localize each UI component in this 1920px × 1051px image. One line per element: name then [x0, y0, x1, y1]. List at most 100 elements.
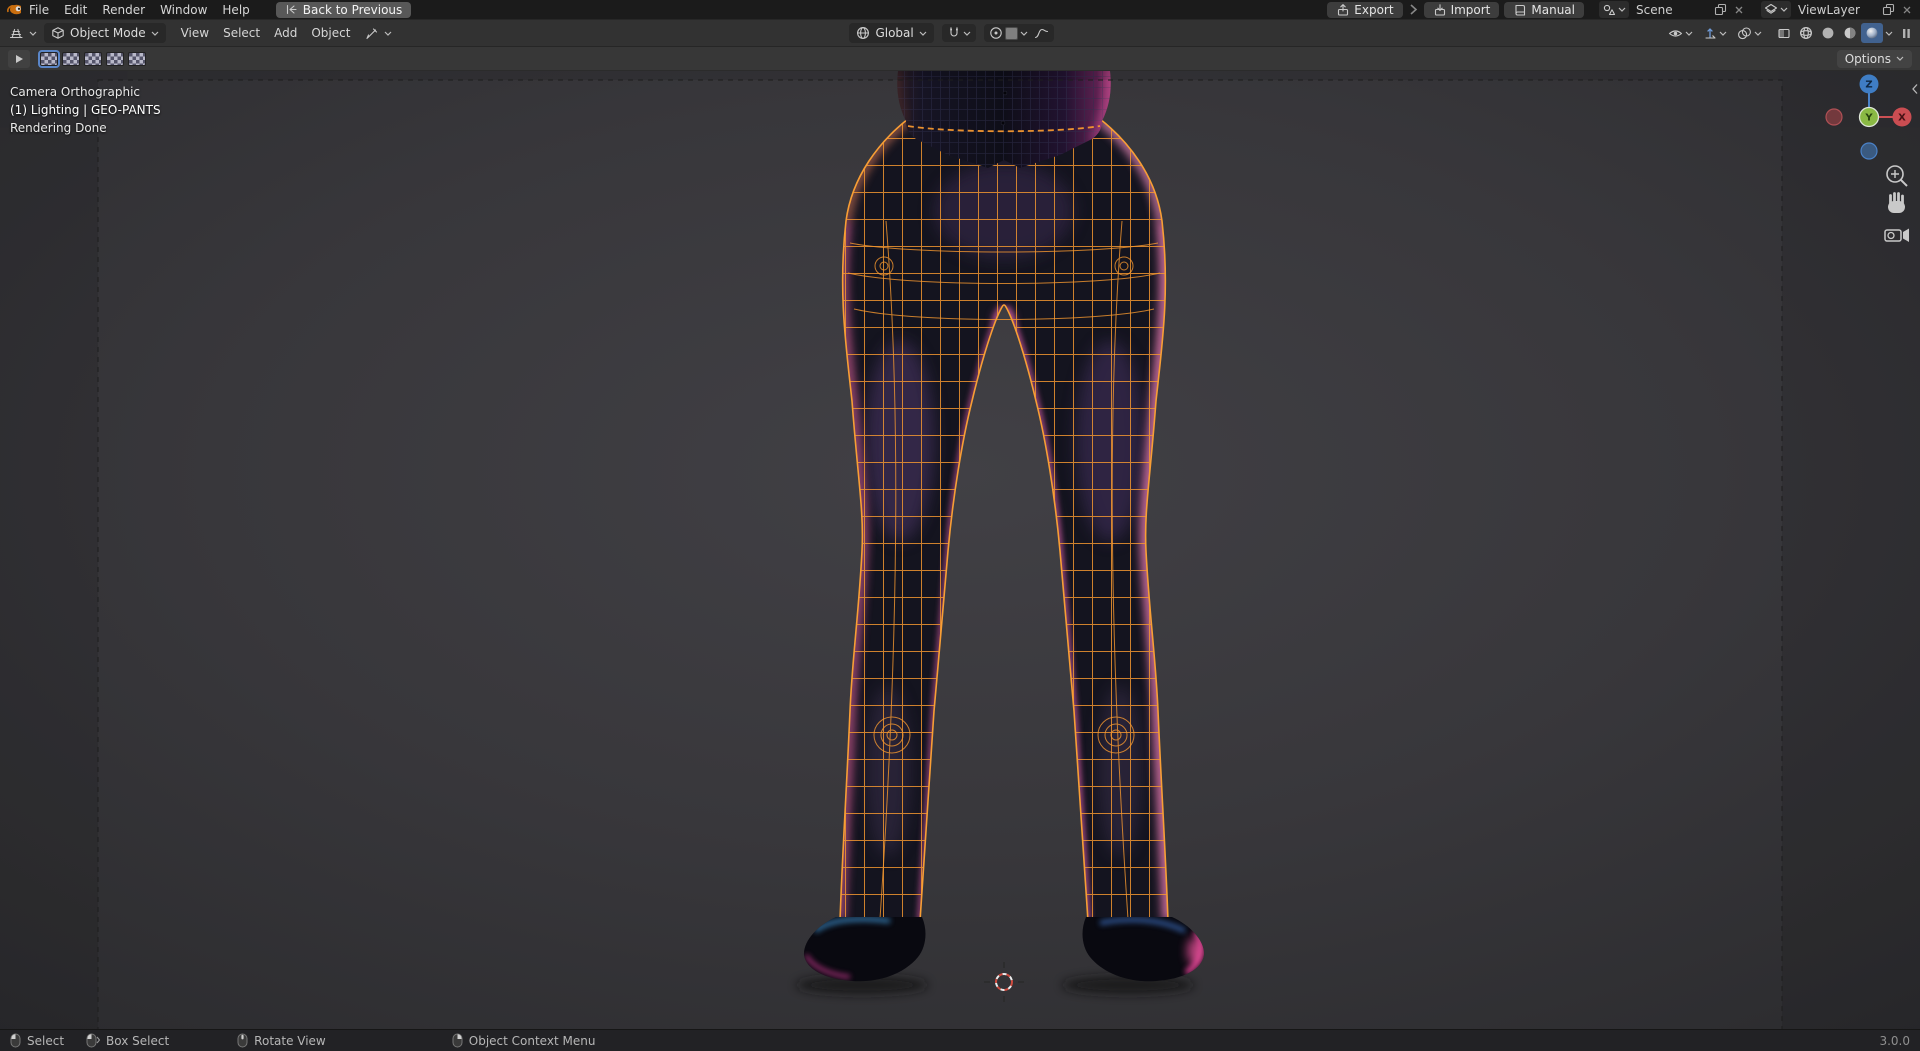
camera-view-button[interactable]: [1884, 228, 1909, 243]
viewlayer-name[interactable]: ViewLayer: [1794, 3, 1878, 17]
snap-group[interactable]: [941, 24, 976, 42]
menu-render[interactable]: Render: [95, 2, 152, 18]
scene-name[interactable]: Scene: [1632, 3, 1710, 17]
shading-rendered-button[interactable]: [1861, 23, 1883, 43]
chevron-down-icon: [1685, 31, 1693, 36]
statusbar: Select Box Select Rotate View Object Con…: [0, 1029, 1920, 1051]
mouse-drag-icon: [86, 1033, 101, 1048]
camera-view-label: Camera Orthographic: [10, 85, 140, 99]
unlink-scene-icon[interactable]: [1731, 3, 1746, 17]
menu-view[interactable]: View: [174, 23, 216, 43]
menu-edit[interactable]: Edit: [57, 2, 94, 18]
zoom-button[interactable]: [1886, 165, 1908, 187]
manual-button[interactable]: Manual: [1504, 1, 1584, 18]
mouse-right-icon: [452, 1033, 463, 1048]
cube-icon: [52, 27, 64, 39]
orientation-label: Global: [875, 26, 914, 40]
falloff-curve-icon: [1034, 28, 1048, 38]
solid-sphere-icon: [1822, 27, 1834, 39]
wireframe-sphere-icon: [1800, 27, 1812, 39]
chevron-down-icon: [919, 31, 927, 36]
texture-slot-5[interactable]: [128, 51, 146, 66]
menu-select[interactable]: Select: [216, 23, 267, 43]
falloff-swatch[interactable]: [1004, 26, 1018, 40]
gizmo-y-label: Y: [1864, 113, 1873, 124]
import-button[interactable]: Import: [1423, 1, 1500, 18]
proportional-edit-group[interactable]: [983, 24, 1054, 42]
back-to-previous-button[interactable]: Back to Previous: [275, 1, 412, 18]
menu-file[interactable]: File: [22, 2, 56, 18]
editor-type-dropdown[interactable]: [6, 23, 40, 43]
texture-slot-2[interactable]: [62, 51, 80, 66]
export-button[interactable]: Export: [1327, 1, 1403, 18]
collapse-chevron-icon[interactable]: [1406, 3, 1421, 17]
status-select: Select: [10, 1033, 64, 1048]
texture-slot-4[interactable]: [106, 51, 124, 66]
render-view[interactable]: [0, 71, 1920, 1029]
viewport-3d-icon: [9, 28, 23, 39]
new-scene-icon[interactable]: [1713, 3, 1728, 17]
chevron-down-icon: [385, 31, 392, 36]
viewport-3d[interactable]: Camera Orthographic (1) Lighting | GEO-P…: [0, 71, 1920, 1029]
new-viewlayer-icon[interactable]: [1881, 3, 1896, 17]
viewlayer-type-dropdown[interactable]: [1761, 1, 1791, 18]
material-sphere-icon: [1844, 27, 1856, 39]
chevron-down-icon: [1885, 31, 1893, 36]
gizmos-dropdown[interactable]: [1698, 24, 1732, 42]
navigation-gizmo[interactable]: Z X Y: [1818, 71, 1914, 271]
chevron-down-icon: [1020, 31, 1028, 36]
gizmo-axis-z-neg[interactable]: [1860, 142, 1878, 160]
chevron-down-icon: [1896, 56, 1904, 61]
overlays-icon: [1738, 26, 1751, 39]
scene-selector: Scene: [1599, 1, 1746, 18]
active-object-label: (1) Lighting | GEO-PANTS: [10, 103, 161, 117]
mouse-left-icon: [10, 1033, 21, 1048]
blender-version: 3.0.0: [1879, 1033, 1910, 1048]
chevron-down-icon: [151, 31, 159, 36]
menu-window[interactable]: Window: [153, 2, 214, 18]
gizmo-arrows-icon: [1705, 28, 1716, 39]
pan-hand-button[interactable]: [1888, 192, 1905, 214]
menu-object[interactable]: Object: [304, 23, 357, 43]
eye-icon: [1668, 29, 1683, 37]
viewlayer-selector: ViewLayer: [1761, 1, 1914, 18]
visibility-dropdown[interactable]: [1663, 26, 1698, 41]
gizmo-axis-x-neg[interactable]: [1825, 108, 1843, 126]
status-rotate-view: Rotate View: [237, 1033, 326, 1048]
options-button[interactable]: Options: [1836, 49, 1912, 68]
chevron-down-icon: [1618, 7, 1626, 12]
menu-add[interactable]: Add: [267, 23, 304, 43]
layers-icon: [1764, 3, 1778, 14]
transform-orientation-dropdown[interactable]: Global: [849, 23, 934, 43]
chevron-down-icon: [1754, 31, 1762, 36]
tool-icon: [366, 27, 378, 39]
scene-type-dropdown[interactable]: [1599, 1, 1629, 18]
manual-book-icon: [1515, 4, 1526, 16]
mode-dropdown[interactable]: Object Mode: [44, 23, 166, 43]
topbar: File Edit Render Window Help Back to Pre…: [0, 0, 1920, 19]
mouse-middle-icon: [237, 1033, 248, 1048]
menu-help[interactable]: Help: [215, 2, 256, 18]
play-tool-button[interactable]: [8, 49, 30, 68]
chevron-down-icon: [963, 31, 971, 36]
shading-material-button[interactable]: [1839, 23, 1861, 43]
texture-slot-3[interactable]: [84, 51, 102, 66]
sidebar-collapse-icon[interactable]: [1911, 83, 1919, 95]
shading-solid-button[interactable]: [1817, 23, 1839, 43]
shading-wireframe-button[interactable]: [1795, 23, 1817, 43]
tool-settings-bar: Options: [0, 47, 1920, 71]
shading-dropdown[interactable]: [1883, 29, 1895, 38]
xray-toggle[interactable]: [1773, 23, 1795, 43]
blender-logo-icon[interactable]: [6, 3, 21, 17]
status-box-select: Box Select: [86, 1033, 169, 1048]
sync-pause-icon[interactable]: [1899, 26, 1914, 40]
texture-slot-1[interactable]: [38, 49, 60, 68]
tool-dropdown[interactable]: [363, 24, 394, 43]
mode-label: Object Mode: [70, 26, 146, 40]
chevron-down-icon: [29, 31, 37, 36]
overlays-dropdown[interactable]: [1732, 25, 1767, 42]
remove-viewlayer-icon[interactable]: [1899, 3, 1914, 17]
scene-icon: [1603, 4, 1616, 16]
import-icon: [1434, 4, 1445, 16]
export-icon: [1338, 4, 1349, 16]
